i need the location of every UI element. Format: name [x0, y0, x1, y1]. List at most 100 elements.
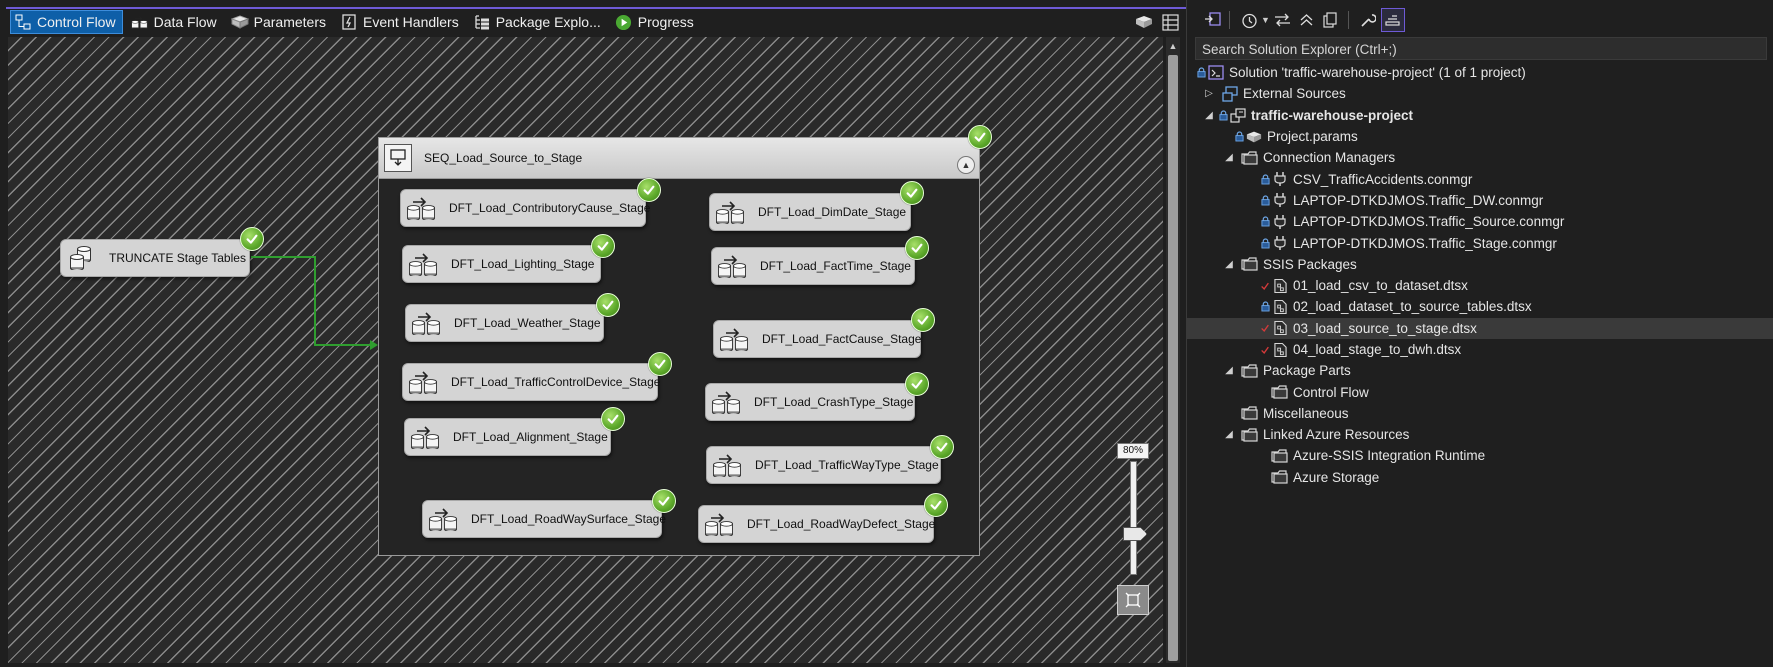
tab-label: Package Explo... — [495, 14, 601, 30]
lock-icon — [1259, 174, 1271, 185]
preview-selected-items-icon[interactable] — [1380, 8, 1405, 32]
tab-progress[interactable]: Progress — [612, 11, 700, 33]
dft-load-trafficcontroldevice-stage-task[interactable]: DFT_Load_TrafficControlDevice_Stage — [402, 363, 660, 401]
tree-item-package-02[interactable]: 02_load_dataset_to_source_tables.dtsx — [1187, 296, 1773, 317]
truncate-stage-tables-task[interactable]: TRUNCATE Stage Tables — [60, 239, 250, 277]
properties-wrench-icon[interactable] — [1357, 9, 1379, 31]
tree-item-package-04[interactable]: 04_load_stage_to_dwh.dtsx — [1187, 339, 1773, 360]
tree-item-label: LAPTOP-DTKDJMOS.Traffic_Source.conmgr — [1293, 214, 1565, 230]
scrollbar-thumb[interactable] — [1168, 55, 1178, 661]
show-all-files-icon[interactable] — [1320, 9, 1342, 31]
dft-load-dimdate-stage-task[interactable]: DFT_Load_DimDate_Stage — [709, 193, 911, 231]
tree-item-connection-managers[interactable]: ◢ Connection Managers — [1187, 147, 1773, 168]
switch-views-icon[interactable] — [1201, 9, 1223, 31]
connection-plug-icon — [1271, 214, 1289, 230]
execute-sql-task-icon — [70, 246, 91, 270]
data-flow-task-icon — [716, 198, 746, 226]
dft-load-crashtype-stage-task[interactable]: DFT_Load_CrashType_Stage — [705, 383, 915, 421]
tree-item-miscellaneous[interactable]: Miscellaneous — [1187, 403, 1773, 424]
tree-item-project[interactable]: ◢ traffic-warehouse-project — [1187, 105, 1773, 126]
tree-item-label: Solution 'traffic-warehouse-project' (1 … — [1229, 65, 1526, 81]
dft-load-roadwaysurface-stage-task[interactable]: DFT_Load_RoadWaySurface_Stage — [422, 500, 666, 538]
dft-load-roadwaydefect-stage-task[interactable]: DFT_Load_RoadWayDefect_Stage — [698, 505, 935, 543]
collapse-arrow-icon[interactable]: ◢ — [1201, 110, 1217, 121]
folder-icon — [1241, 150, 1259, 166]
data-flow-task-icon — [412, 309, 442, 337]
sequence-container-label: SEQ_Load_Source_to_Stage — [424, 151, 583, 165]
tab-package-explorer[interactable]: Package Explo... — [470, 11, 607, 33]
tree-item-conmgr-traffic-dw[interactable]: LAPTOP-DTKDJMOS.Traffic_DW.conmgr — [1187, 190, 1773, 211]
collapse-all-icon[interactable] — [1296, 9, 1318, 31]
dft-load-contributorycause-stage-task[interactable]: DFT_Load_ContributoryCause_Stage — [400, 189, 650, 227]
solution-tree: Solution 'traffic-warehouse-project' (1 … — [1187, 62, 1773, 488]
external-sources-icon — [1221, 86, 1239, 102]
dft-load-factcause-stage-task[interactable]: DFT_Load_FactCause_Stage — [713, 320, 921, 358]
toolbox-icon[interactable] — [1134, 12, 1154, 32]
tab-event-handlers[interactable]: Event Handlers — [337, 11, 465, 33]
tree-item-conmgr-traffic-source[interactable]: LAPTOP-DTKDJMOS.Traffic_Source.conmgr — [1187, 211, 1773, 232]
tree-item-conmgr-csv-trafficaccidents[interactable]: CSV_TrafficAccidents.conmgr — [1187, 168, 1773, 189]
tree-item-package-03[interactable]: 03_load_source_to_stage.dtsx — [1187, 317, 1773, 339]
data-flow-task-icon — [713, 451, 743, 479]
scroll-up-arrow-icon[interactable]: ▲ — [1166, 39, 1180, 53]
zoom-slider-handle[interactable] — [1123, 527, 1147, 541]
expand-arrow-icon[interactable]: ▷ — [1201, 88, 1217, 99]
control-flow-canvas[interactable]: TRUNCATE Stage Tables SEQ_Load_Source_to… — [8, 37, 1163, 663]
dft-load-trafficwaytype-stage-task[interactable]: DFT_Load_TrafficWayType_Stage — [706, 446, 941, 484]
data-flow-task-icon — [705, 510, 735, 538]
dft-load-weather-stage-task[interactable]: DFT_Load_Weather_Stage — [405, 304, 604, 342]
tab-control-flow[interactable]: Control Flow — [10, 10, 123, 34]
success-check-icon — [924, 493, 948, 517]
collapse-arrow-icon[interactable]: ◢ — [1221, 152, 1237, 163]
dft-load-lighting-stage-task[interactable]: DFT_Load_Lighting_Stage — [402, 245, 601, 283]
tree-item-package-01[interactable]: 01_load_csv_to_dataset.dtsx — [1187, 275, 1773, 296]
progress-play-icon — [615, 13, 633, 31]
collapse-arrow-icon[interactable]: ◢ — [1221, 259, 1237, 270]
tree-item-conmgr-traffic-stage[interactable]: LAPTOP-DTKDJMOS.Traffic_Stage.conmgr — [1187, 232, 1773, 253]
collapse-arrow-icon[interactable]: ◢ — [1221, 365, 1237, 376]
collapse-chevron-icon[interactable]: ▲ — [957, 156, 975, 174]
data-flow-task-icon — [409, 250, 439, 278]
success-check-icon — [648, 352, 672, 376]
package-explorer-icon — [473, 13, 491, 31]
zoom-slider-track[interactable] — [1130, 461, 1137, 575]
tree-item-azure-ssis-ir[interactable]: Azure-SSIS Integration Runtime — [1187, 445, 1773, 466]
tab-label: Parameters — [253, 14, 326, 30]
pending-changes-filter-icon[interactable] — [1238, 9, 1260, 31]
zoom-to-fit-button[interactable] — [1117, 585, 1149, 615]
tree-item-label: LAPTOP-DTKDJMOS.Traffic_DW.conmgr — [1293, 192, 1544, 208]
lock-icon — [1259, 301, 1271, 312]
tree-item-label: Project.params — [1267, 129, 1358, 145]
tree-item-ssis-packages[interactable]: ◢ SSIS Packages — [1187, 254, 1773, 275]
tree-item-project-params[interactable]: Project.params — [1187, 126, 1773, 147]
success-check-icon — [596, 293, 620, 317]
tree-item-package-parts[interactable]: ◢ Package Parts — [1187, 360, 1773, 381]
task-label: DFT_Load_Alignment_Stage — [453, 430, 608, 444]
tree-item-linked-azure-resources[interactable]: ◢ Linked Azure Resources — [1187, 424, 1773, 445]
folder-icon — [1241, 405, 1259, 421]
dft-load-alignment-stage-task[interactable]: DFT_Load_Alignment_Stage — [404, 418, 611, 456]
solution-explorer-search-input[interactable]: Search Solution Explorer (Ctrl+;) — [1195, 37, 1767, 60]
data-flow-task-icon — [411, 423, 441, 451]
tab-data-flow[interactable]: Data Flow — [128, 11, 223, 33]
folder-icon — [1271, 384, 1289, 400]
sequence-success-check-icon — [968, 125, 992, 149]
dft-load-facttime-stage-task[interactable]: DFT_Load_FactTime_Stage — [711, 247, 915, 285]
lock-icon — [1259, 216, 1271, 227]
tree-item-external-sources[interactable]: ▷ External Sources — [1187, 83, 1773, 104]
dtsx-package-icon — [1271, 299, 1289, 315]
collapse-arrow-icon[interactable]: ◢ — [1221, 429, 1237, 440]
tree-item-label: traffic-warehouse-project — [1251, 107, 1414, 123]
success-check-icon — [930, 435, 954, 459]
tree-item-label: Azure Storage — [1293, 469, 1380, 485]
sequence-container-header[interactable]: SEQ_Load_Source_to_Stage ▲ — [379, 138, 979, 179]
variables-grid-icon[interactable] — [1160, 12, 1180, 32]
vertical-scrollbar[interactable]: ▲ — [1166, 37, 1180, 663]
dropdown-arrow-icon[interactable]: ▼ — [1261, 15, 1270, 25]
tree-item-azure-storage[interactable]: Azure Storage — [1187, 467, 1773, 488]
tree-item-solution[interactable]: Solution 'traffic-warehouse-project' (1 … — [1187, 62, 1773, 83]
sync-with-active-document-icon[interactable] — [1272, 9, 1294, 31]
sequence-container[interactable]: SEQ_Load_Source_to_Stage ▲ DFT_Load_Cont… — [378, 137, 980, 556]
tree-item-package-parts-control-flow[interactable]: Control Flow — [1187, 381, 1773, 402]
tab-parameters[interactable]: Parameters — [228, 11, 332, 33]
